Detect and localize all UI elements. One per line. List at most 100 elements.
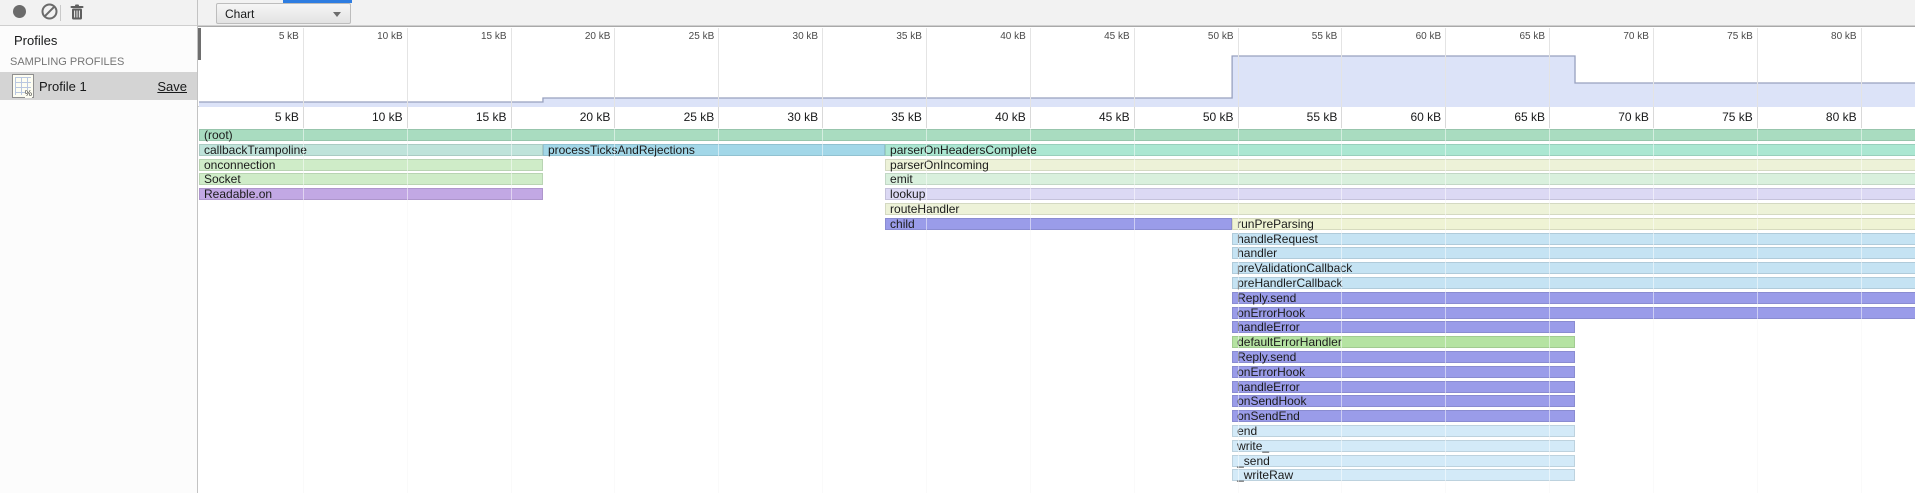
profile-list-item[interactable]: % Profile 1 Save [0, 72, 197, 100]
overview-tick-label: 60 kB [1416, 31, 1446, 42]
overview-gridline [718, 28, 719, 107]
flame-gridline-overlay [407, 128, 408, 493]
chart-view-select[interactable]: Chart [216, 3, 351, 24]
flame-bar[interactable]: (root) [199, 129, 1915, 141]
flame-bar[interactable]: onSendHook [1232, 395, 1575, 407]
flame-bar[interactable]: handleRequest [1232, 233, 1915, 245]
overview-gridline [1445, 28, 1446, 107]
flame-bar[interactable]: Reply.send [1232, 351, 1575, 363]
flame-bar[interactable]: parserOnHeadersComplete [885, 144, 1915, 156]
chart-select-label: Chart [225, 7, 254, 21]
overview-tick-label: 50 kB [1208, 31, 1238, 42]
ruler-tick-label: 65 kB [1514, 110, 1549, 124]
overview-gridline [1341, 28, 1342, 107]
ruler-tick-label: 30 kB [787, 110, 822, 124]
overview-tick-label: 55 kB [1312, 31, 1342, 42]
delete-profile-button[interactable] [66, 3, 88, 23]
overview-tick-label: 70 kB [1623, 31, 1653, 42]
ruler-gridline [1341, 107, 1342, 128]
ruler-tick-label: 70 kB [1618, 110, 1653, 124]
overview-tick-label: 35 kB [896, 31, 926, 42]
ruler-gridline [1134, 107, 1135, 128]
flame-gridline-overlay [1238, 128, 1239, 493]
flame-bar[interactable]: preValidationCallback [1232, 262, 1915, 274]
record-button[interactable] [8, 3, 30, 23]
ruler-gridline [718, 107, 719, 128]
ruler-tick-label: 5 kB [275, 110, 303, 124]
flame-bar[interactable]: Readable.on [199, 188, 543, 200]
ruler-tick-label: 10 kB [372, 110, 407, 124]
flame-bar[interactable]: onErrorHook [1232, 307, 1915, 319]
ruler-gridline [407, 107, 408, 128]
flame-bar[interactable]: Socket [199, 173, 543, 185]
flame-gridline-overlay [1861, 128, 1862, 493]
ruler-tick-label: 20 kB [580, 110, 615, 124]
ruler-tick-label: 50 kB [1203, 110, 1238, 124]
overview-tick-label: 40 kB [1000, 31, 1030, 42]
flame-gridline-overlay [1757, 128, 1758, 493]
ruler-gridline [1030, 107, 1031, 128]
ruler-tick-label: 40 kB [995, 110, 1030, 124]
clear-button[interactable] [38, 3, 60, 23]
overview-gridline [926, 28, 927, 107]
flame-bar[interactable]: onconnection [199, 159, 543, 171]
profiles-heading: Profiles [14, 33, 57, 48]
overview-gridline [1134, 28, 1135, 107]
overview-gridline [614, 28, 615, 107]
scrollbar-thumb[interactable] [283, 0, 352, 3]
flame-bar[interactable]: onSendEnd [1232, 410, 1575, 422]
ruler-tick-label: 55 kB [1307, 110, 1342, 124]
trash-icon [70, 4, 84, 23]
ruler-gridline [1757, 107, 1758, 128]
sampling-profile-icon: % [12, 74, 34, 98]
flame-gridline-overlay [1030, 128, 1031, 493]
overview-gridline [822, 28, 823, 107]
memory-overview-pane[interactable]: 5 kB10 kB15 kB20 kB25 kB30 kB35 kB40 kB4… [198, 26, 1915, 107]
overview-tick-label: 25 kB [689, 31, 719, 42]
overview-tick-label: 30 kB [793, 31, 823, 42]
flame-bar[interactable]: defaultErrorHandler [1232, 336, 1575, 348]
flame-bar[interactable]: lookup [885, 188, 1915, 200]
flame-bar[interactable]: handleError [1232, 381, 1575, 393]
overview-gridline [1861, 28, 1862, 107]
flame-gridline-overlay [1549, 128, 1550, 493]
panel-divider [197, 0, 198, 493]
flame-bar[interactable]: end [1232, 425, 1575, 437]
overview-tick-label: 15 kB [481, 31, 511, 42]
sampling-profiles-heading: SAMPLING PROFILES [10, 56, 124, 68]
flame-bar[interactable]: callbackTrampoline [199, 144, 543, 156]
flame-gridline-overlay [511, 128, 512, 493]
profile-name: Profile 1 [39, 79, 87, 94]
flame-bar[interactable]: child [885, 218, 1232, 230]
flame-bar[interactable]: write_ [1232, 440, 1575, 452]
sidebar: Profiles SAMPLING PROFILES % Profile 1 S… [0, 26, 197, 493]
overview-tick-label: 5 kB [279, 31, 303, 42]
chart-area: 5 kB 10 kB 15 kB 20 kB 25 kB 30 kB 35 kB 40 kB 4… [198, 26, 1915, 493]
save-profile-link[interactable]: Save [157, 79, 187, 94]
overview-gridline [1549, 28, 1550, 107]
ruler-gridline [822, 107, 823, 128]
ruler-gridline [1445, 107, 1446, 128]
flame-chart[interactable]: (root) callbackTrampolineprocessTicksAndR… [198, 128, 1915, 493]
flame-bar[interactable]: _writeRaw [1232, 469, 1575, 481]
chevron-down-icon [333, 12, 341, 17]
flame-bar[interactable]: onErrorHook [1232, 366, 1575, 378]
flame-bar[interactable]: processTicksAndRejections [543, 144, 885, 156]
flame-bar[interactable]: routeHandler [885, 203, 1915, 215]
flame-bar[interactable]: handleError [1232, 321, 1575, 333]
overview-resize-handle[interactable] [198, 28, 201, 60]
flame-bar[interactable]: runPreParsing [1232, 218, 1915, 230]
flame-bar[interactable]: Reply.send [1232, 292, 1915, 304]
flame-gridline-overlay [1445, 128, 1446, 493]
flame-bar[interactable]: _send [1232, 455, 1575, 467]
overview-gridline [1030, 28, 1031, 107]
flame-gridline-overlay [1341, 128, 1342, 493]
flame-bar[interactable]: preHandlerCallback [1232, 277, 1915, 289]
ruler-tick-label: 15 kB [476, 110, 511, 124]
flame-bar[interactable]: parserOnIncoming [885, 159, 1915, 171]
ruler-tick-label: 45 kB [1099, 110, 1134, 124]
flame-bar[interactable]: handler [1232, 247, 1915, 259]
flame-bar[interactable]: emit [885, 173, 1915, 185]
flame-gridline-overlay [303, 128, 304, 493]
block-icon [41, 3, 58, 23]
